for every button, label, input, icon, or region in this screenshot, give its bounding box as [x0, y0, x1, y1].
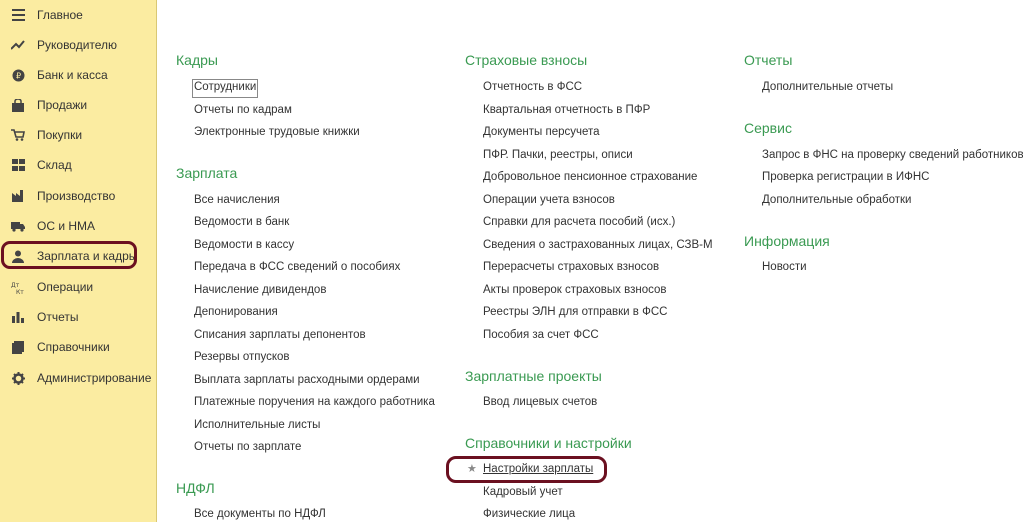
link-additional-processing[interactable]: Дополнительные обработки: [762, 194, 911, 206]
sidebar-item-label: ОС и НМА: [37, 219, 96, 233]
section-title-settings: Справочники и настройки: [465, 435, 632, 451]
link-deposits[interactable]: Депонирования: [194, 306, 278, 318]
sidebar-item-admin[interactable]: Администрирование: [0, 366, 157, 390]
link-contribution-ops[interactable]: Операции учета взносов: [483, 194, 615, 206]
link-salary-reports[interactable]: Отчеты по зарплате: [194, 441, 301, 453]
link-bank-statements[interactable]: Ведомости в банк: [194, 216, 289, 228]
trend-icon: [11, 38, 25, 52]
svg-text:Дт: Дт: [11, 282, 20, 289]
section-title-zarplata: Зарплата: [176, 165, 238, 181]
link-pfr-packs[interactable]: ПФР. Пачки, реестры, описи: [483, 149, 633, 161]
section-title-kadry: Кадры: [176, 52, 218, 68]
sidebar-item-label: Операции: [37, 280, 94, 294]
link-personal-accounts[interactable]: Ввод лицевых счетов: [483, 396, 597, 408]
link-ifns-check[interactable]: Проверка регистрации в ИФНС: [762, 171, 929, 183]
sidebar-item-directories[interactable]: Справочники: [0, 335, 157, 359]
section-title-reports: Отчеты: [744, 52, 793, 68]
coin-icon: ₽: [11, 68, 25, 82]
book-icon: [11, 340, 25, 354]
sidebar-item-bank[interactable]: ₽ Банк и касса: [0, 63, 157, 87]
link-vacation-reserves[interactable]: Резервы отпусков: [194, 351, 290, 363]
sidebar-item-label: Производство: [37, 189, 116, 203]
svg-text:Кт: Кт: [16, 289, 24, 294]
sidebar-item-assets[interactable]: ОС и НМА: [0, 214, 157, 238]
link-cash-payouts[interactable]: Выплата зарплаты расходными ордерами: [194, 374, 420, 386]
sidebar-item-label: Отчеты: [37, 310, 79, 324]
section-title-salary-projects: Зарплатные проекты: [465, 368, 602, 384]
section-title-service: Сервис: [744, 120, 792, 136]
link-hr-reports[interactable]: Отчеты по кадрам: [194, 104, 292, 116]
link-writs[interactable]: Исполнительные листы: [194, 419, 320, 431]
link-szv-m[interactable]: Сведения о застрахованных лицах, СЗВ-М: [483, 239, 713, 251]
dt-kt-icon: Дт Кт: [11, 280, 25, 294]
sidebar-item-label: Банк и касса: [37, 68, 108, 82]
bar-chart-icon: [11, 310, 25, 324]
link-ndfl-docs[interactable]: Все документы по НДФЛ: [194, 508, 326, 520]
svg-text:₽: ₽: [15, 71, 20, 80]
link-e-workbooks[interactable]: Электронные трудовые книжки: [194, 126, 360, 138]
link-fss-reporting[interactable]: Отчетность в ФСС: [483, 81, 582, 93]
bag-icon: [11, 98, 25, 112]
star-icon[interactable]: ★: [467, 462, 477, 475]
link-salary-settings[interactable]: Настройки зарплаты: [483, 463, 593, 475]
main-panel: Кадры Сотрудники Отчеты по кадрам Электр…: [158, 0, 1023, 522]
link-hr-accounting[interactable]: Кадровый учет: [483, 486, 563, 498]
sidebar-item-sales[interactable]: Продажи: [0, 93, 157, 117]
sidebar-item-operations[interactable]: Дт Кт Операции: [0, 275, 157, 299]
section-title-contributions: Страховые взносы: [465, 52, 588, 68]
menu-icon: [11, 8, 25, 22]
section-title-info: Информация: [744, 233, 830, 249]
sidebar-item-main[interactable]: Главное: [0, 3, 157, 27]
sidebar-item-label: Главное: [37, 8, 83, 22]
link-individuals[interactable]: Физические лица: [483, 508, 575, 520]
sidebar-item-label: Администрирование: [37, 371, 152, 385]
link-dividends[interactable]: Начисление дивидендов: [194, 284, 326, 296]
link-recalculations[interactable]: Перерасчеты страховых взносов: [483, 261, 659, 273]
link-fss-benefits[interactable]: Передача в ФСС сведений о пособиях: [194, 261, 400, 273]
sidebar-item-manager[interactable]: Руководителю: [0, 33, 157, 57]
sidebar-item-warehouse[interactable]: Склад: [0, 153, 157, 177]
sidebar-item-label: Склад: [37, 158, 72, 172]
sidebar-item-production[interactable]: Производство: [0, 184, 157, 208]
link-payment-orders[interactable]: Платежные поручения на каждого работника: [194, 396, 435, 408]
person-icon: [11, 249, 25, 263]
link-deposit-writeoffs[interactable]: Списания зарплаты депонентов: [194, 329, 366, 341]
link-cash-statements[interactable]: Ведомости в кассу: [194, 239, 294, 251]
factory-icon: [11, 189, 25, 203]
link-audit-acts[interactable]: Акты проверок страховых взносов: [483, 284, 667, 296]
sidebar-item-label: Руководителю: [37, 38, 118, 52]
link-news[interactable]: Новости: [762, 261, 807, 273]
sidebar-item-label: Зарплата и кадры: [37, 249, 138, 263]
sidebar-item-reports[interactable]: Отчеты: [0, 305, 157, 329]
truck-icon: [11, 219, 25, 233]
link-fss-benefits-paid[interactable]: Пособия за счет ФСС: [483, 329, 599, 341]
link-voluntary-pension[interactable]: Добровольное пенсионное страхование: [483, 171, 697, 183]
section-title-ndfl: НДФЛ: [176, 480, 215, 496]
sidebar-item-label: Продажи: [37, 98, 88, 112]
sidebar-item-salary-hr[interactable]: Зарплата и кадры: [0, 244, 157, 268]
cart-icon: [11, 128, 25, 142]
link-eln-registers[interactable]: Реестры ЭЛН для отправки в ФСС: [483, 306, 667, 318]
gear-icon: [11, 371, 25, 385]
link-additional-reports[interactable]: Дополнительные отчеты: [762, 81, 893, 93]
link-benefit-certificates[interactable]: Справки для расчета пособий (исх.): [483, 216, 675, 228]
sidebar-item-purchases[interactable]: Покупки: [0, 123, 157, 147]
sidebar-item-label: Покупки: [37, 128, 83, 142]
sidebar-item-label: Справочники: [37, 340, 110, 354]
link-pfr-quarterly[interactable]: Квартальная отчетность в ПФР: [483, 104, 650, 116]
sidebar: Главное Руководителю ₽ Банк и касса Прод…: [0, 0, 157, 522]
link-personal-records[interactable]: Документы персучета: [483, 126, 600, 138]
link-fns-request[interactable]: Запрос в ФНС на проверку сведений работн…: [762, 149, 1023, 161]
warehouse-icon: [11, 158, 25, 172]
link-accruals[interactable]: Все начисления: [194, 194, 280, 206]
link-employees[interactable]: Сотрудники: [194, 81, 256, 93]
